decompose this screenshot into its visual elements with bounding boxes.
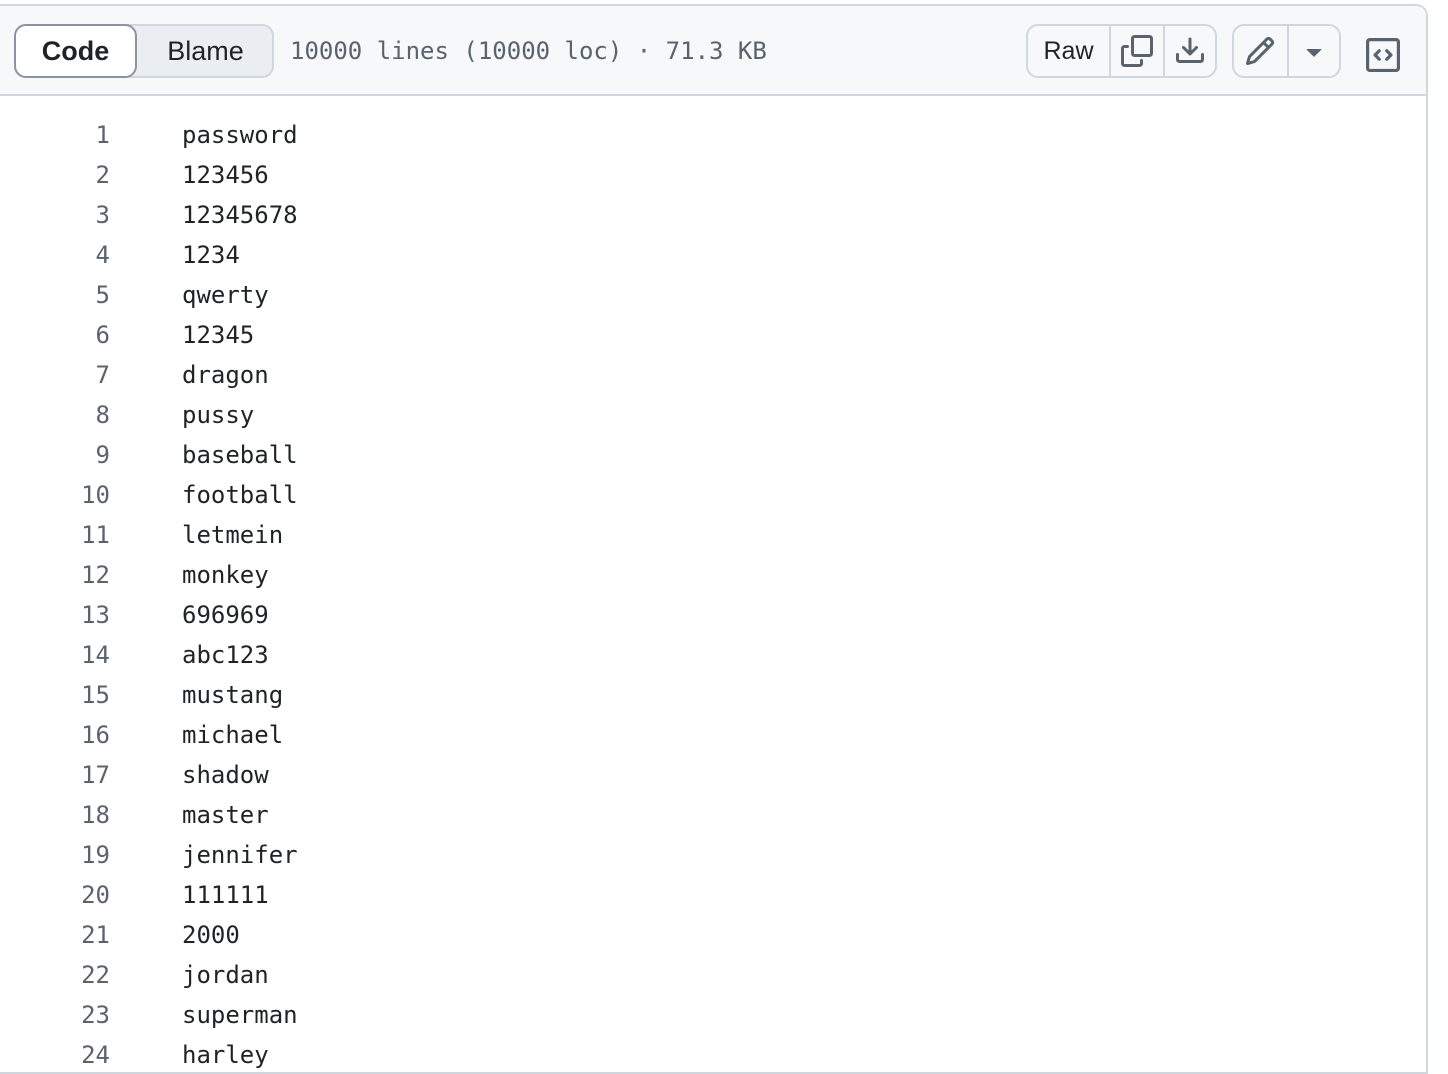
triangle-down-icon	[1298, 35, 1330, 67]
symbols-panel-button[interactable]	[1358, 30, 1408, 80]
code-view: 1 password 2 123456 3 12345678 4 1234 5 qwerty 6 12…	[0, 114, 1426, 1072]
copy-raw-button[interactable]	[1109, 26, 1163, 76]
line-content: 123456	[182, 161, 269, 189]
code-square-icon	[1366, 38, 1400, 72]
line-number[interactable]: 21	[0, 920, 110, 950]
code-line: 3 12345678	[0, 194, 1426, 234]
line-content: mustang	[182, 681, 284, 709]
code-line: 24 harley	[0, 1034, 1426, 1072]
line-number[interactable]: 24	[0, 1040, 110, 1070]
code-line: 23 superman	[0, 994, 1426, 1034]
code-line: 9 baseball	[0, 434, 1426, 474]
line-content: 12345678	[182, 201, 298, 229]
line-content: letmein	[182, 521, 284, 549]
line-content: superman	[182, 1001, 298, 1029]
code-line: 15 mustang	[0, 674, 1426, 714]
line-number[interactable]: 22	[0, 960, 110, 990]
code-line: 11 letmein	[0, 514, 1426, 554]
line-number[interactable]: 2	[0, 160, 110, 190]
line-content: monkey	[182, 561, 269, 589]
code-line: 8 pussy	[0, 394, 1426, 434]
line-number[interactable]: 11	[0, 520, 110, 550]
code-line: 12 monkey	[0, 554, 1426, 594]
code-line: 13 696969	[0, 594, 1426, 634]
code-line: 4 1234	[0, 234, 1426, 274]
line-number[interactable]: 5	[0, 280, 110, 310]
line-content: dragon	[182, 361, 269, 389]
line-content: baseball	[182, 441, 298, 469]
edit-actions-group	[1232, 24, 1341, 78]
blame-tab[interactable]: Blame	[137, 24, 274, 78]
line-number[interactable]: 1	[0, 120, 110, 150]
line-content: 2000	[182, 921, 240, 949]
line-number[interactable]: 7	[0, 360, 110, 390]
download-icon	[1174, 35, 1206, 67]
line-content: football	[182, 481, 298, 509]
line-number[interactable]: 13	[0, 600, 110, 630]
file-viewer: Code Blame 10000 lines (10000 loc) · 71.…	[0, 4, 1428, 1074]
line-number[interactable]: 15	[0, 680, 110, 710]
pencil-icon	[1244, 35, 1276, 67]
line-content: abc123	[182, 641, 269, 669]
edit-file-button[interactable]	[1234, 26, 1287, 76]
line-number[interactable]: 23	[0, 1000, 110, 1030]
raw-actions-group: Raw	[1026, 24, 1217, 78]
line-content: shadow	[182, 761, 269, 789]
line-content: jordan	[182, 961, 269, 989]
line-content: password	[182, 121, 298, 149]
line-content: harley	[182, 1041, 269, 1069]
code-line: 21 2000	[0, 914, 1426, 954]
line-number[interactable]: 10	[0, 480, 110, 510]
line-number[interactable]: 4	[0, 240, 110, 270]
code-line: 18 master	[0, 794, 1426, 834]
code-line: 20 111111	[0, 874, 1426, 914]
code-line: 10 football	[0, 474, 1426, 514]
file-header: Code Blame 10000 lines (10000 loc) · 71.…	[0, 6, 1426, 96]
code-line: 6 12345	[0, 314, 1426, 354]
download-button[interactable]	[1163, 26, 1215, 76]
line-content: michael	[182, 721, 284, 749]
line-number[interactable]: 20	[0, 880, 110, 910]
line-number[interactable]: 19	[0, 840, 110, 870]
line-content: qwerty	[182, 281, 269, 309]
line-number[interactable]: 14	[0, 640, 110, 670]
code-line: 16 michael	[0, 714, 1426, 754]
line-number[interactable]: 6	[0, 320, 110, 350]
file-info: 10000 lines (10000 loc) · 71.3 KB	[290, 37, 767, 65]
line-number[interactable]: 18	[0, 800, 110, 830]
line-content: 12345	[182, 321, 255, 349]
edit-dropdown-button[interactable]	[1286, 26, 1339, 76]
code-line: 14 abc123	[0, 634, 1426, 674]
line-number[interactable]: 17	[0, 760, 110, 790]
line-number[interactable]: 16	[0, 720, 110, 750]
code-line: 5 qwerty	[0, 274, 1426, 314]
line-content: 696969	[182, 601, 269, 629]
line-number[interactable]: 8	[0, 400, 110, 430]
line-content: jennifer	[182, 841, 298, 869]
raw-button[interactable]: Raw	[1028, 26, 1109, 76]
line-content: pussy	[182, 401, 255, 429]
code-line: 1 password	[0, 114, 1426, 154]
code-line: 7 dragon	[0, 354, 1426, 394]
code-line: 2 123456	[0, 154, 1426, 194]
line-content: master	[182, 801, 269, 829]
copy-icon	[1121, 35, 1153, 67]
code-tab[interactable]: Code	[14, 24, 137, 78]
line-number[interactable]: 12	[0, 560, 110, 590]
view-mode-switch: Code Blame	[14, 24, 274, 78]
code-line: 22 jordan	[0, 954, 1426, 994]
line-content: 1234	[182, 241, 240, 269]
line-number[interactable]: 3	[0, 200, 110, 230]
line-content: 111111	[182, 881, 269, 909]
line-number[interactable]: 9	[0, 440, 110, 470]
code-line: 19 jennifer	[0, 834, 1426, 874]
code-line: 17 shadow	[0, 754, 1426, 794]
